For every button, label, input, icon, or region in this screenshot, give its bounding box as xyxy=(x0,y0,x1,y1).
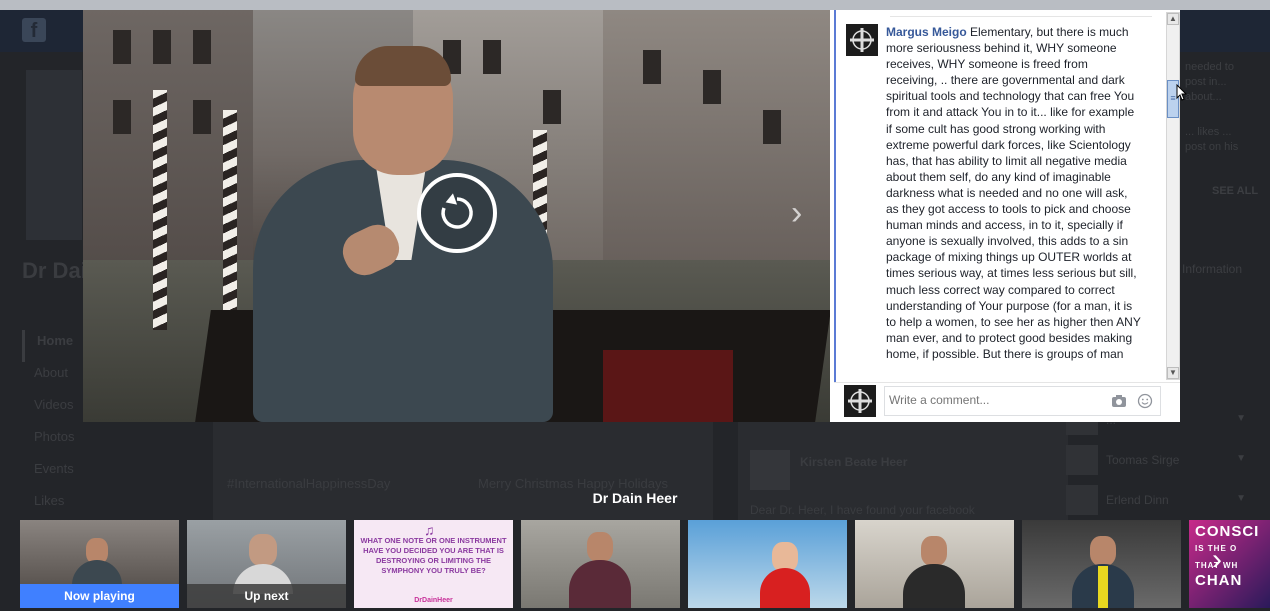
avatar xyxy=(844,385,876,417)
bg-nav-item: Home xyxy=(22,330,82,362)
avatar[interactable] xyxy=(846,24,878,56)
chevron-right-icon[interactable]: › xyxy=(1212,540,1222,580)
browser-bar xyxy=(0,0,1270,10)
video-thumb-up-next[interactable]: Up next xyxy=(187,520,346,608)
bg-side-text: needed to post in... about... xyxy=(1185,61,1234,103)
comments-panel: Margus Meigo Elementary, but there is mu… xyxy=(830,10,1180,422)
bg-post-text: Merry Christmas Happy Holidays xyxy=(478,476,668,491)
replay-icon[interactable] xyxy=(417,173,497,253)
bg-profile-photo xyxy=(26,70,82,240)
video-thumb[interactable] xyxy=(855,520,1014,608)
chevron-right-icon[interactable]: › xyxy=(791,196,802,230)
video-thumb[interactable] xyxy=(688,520,847,608)
scrollbar[interactable]: ▲ ≡ ▼ xyxy=(1166,12,1180,380)
bg-info-label: Information xyxy=(1182,262,1243,276)
facebook-logo-icon: f xyxy=(22,18,46,42)
bg-friend-item: Toomas Sirge ▼ xyxy=(1066,445,1266,475)
strip-title: Dr Dain Heer xyxy=(592,490,678,506)
bg-avatar xyxy=(750,450,790,490)
video-thumb[interactable] xyxy=(1022,520,1181,608)
comment-input[interactable] xyxy=(889,393,1089,407)
video-thumb[interactable] xyxy=(521,520,680,608)
camera-icon[interactable] xyxy=(1111,393,1127,409)
bg-nav-item: Videos xyxy=(34,397,74,412)
video-modal: › Margus Meigo Elementary, but there is … xyxy=(83,10,1180,422)
bg-nav-item: About xyxy=(34,365,68,380)
video-player[interactable]: › xyxy=(83,10,830,422)
bg-post-author: Kirsten Beate Heer xyxy=(800,455,908,469)
comment-body: Margus Meigo Elementary, but there is mu… xyxy=(886,24,1142,362)
up-next-label: Up next xyxy=(187,584,346,608)
video-thumb[interactable]: CONSCI IS THE O THAT WH CHAN xyxy=(1189,520,1270,608)
scroll-up-icon[interactable]: ▲ xyxy=(1167,13,1179,25)
smiley-icon[interactable] xyxy=(1137,393,1153,409)
bg-post-text: #InternationalHappinessDay xyxy=(227,476,391,491)
comment-input-box[interactable] xyxy=(884,386,1161,416)
comment-list[interactable]: Margus Meigo Elementary, but there is mu… xyxy=(834,10,1167,382)
comment-author-link[interactable]: Margus Meigo xyxy=(886,25,967,39)
video-thumb-now-playing[interactable]: Now playing xyxy=(20,520,179,608)
bg-see-all: SEE ALL xyxy=(1212,185,1259,197)
scroll-down-icon[interactable]: ▼ xyxy=(1167,367,1179,379)
bg-nav-item: Events xyxy=(34,461,74,476)
video-thumb[interactable]: ♫ WHAT ONE NOTE OR ONE INSTRUMENT HAVE Y… xyxy=(354,520,513,608)
now-playing-label: Now playing xyxy=(20,584,179,608)
bg-nav-item: Photos xyxy=(34,429,75,444)
comment-composer xyxy=(834,382,1180,422)
mouse-cursor-icon xyxy=(1176,84,1188,101)
comment-text: Elementary, but there is much more serio… xyxy=(886,25,1141,361)
bg-side-text: ... likes ... post on his xyxy=(1185,126,1239,153)
